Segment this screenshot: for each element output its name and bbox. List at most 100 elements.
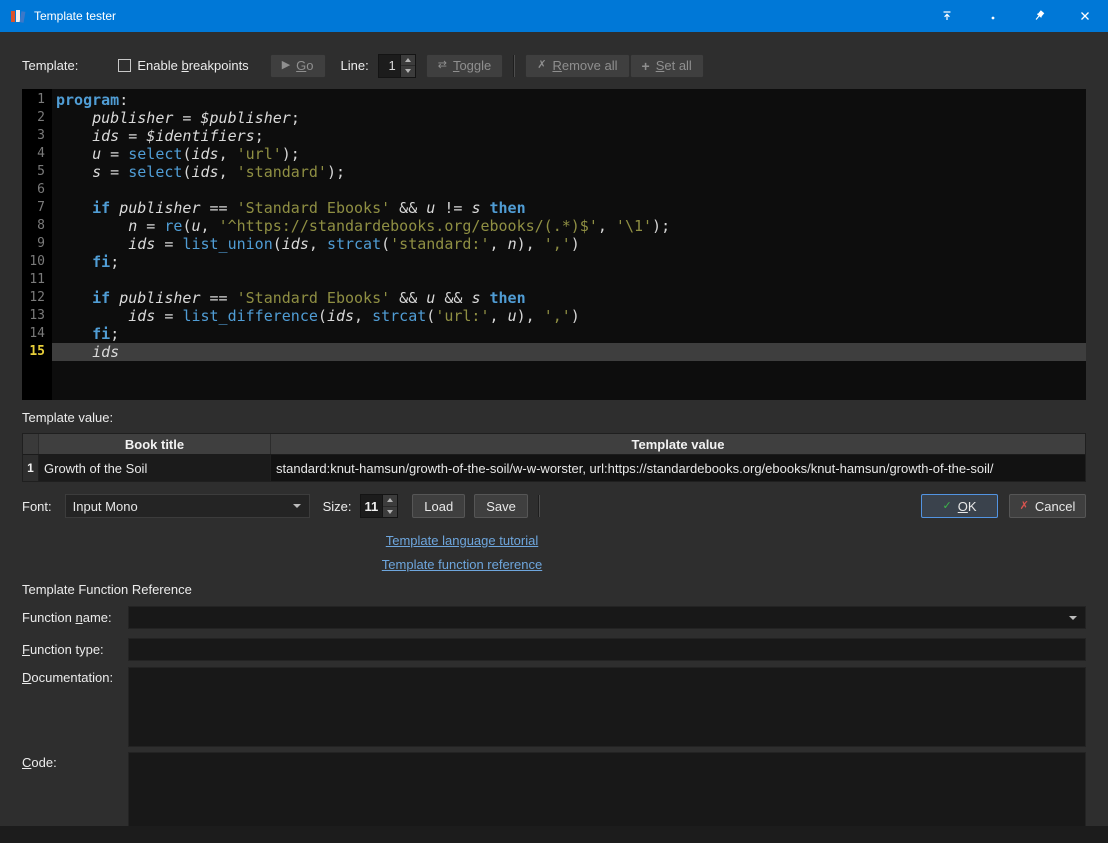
app-icon[interactable] <box>10 8 26 24</box>
enable-breakpoints-checkbox[interactable]: Enable breakpoints <box>118 58 248 73</box>
code-line: fi; <box>52 325 1086 343</box>
column-header-book-title[interactable]: Book title <box>39 434 271 454</box>
toggle-button[interactable]: ⇄ Toggle <box>426 54 504 78</box>
go-label: Go <box>296 58 313 73</box>
function-type-field[interactable] <box>128 638 1086 661</box>
size-spin-buttons <box>382 495 397 517</box>
code-label: Code: <box>22 752 128 770</box>
editor-line-12[interactable]: 12 if publisher == 'Standard Ebooks' && … <box>22 289 1086 307</box>
editor-line-6[interactable]: 6 <box>22 181 1086 199</box>
code-line: fi; <box>52 253 1086 271</box>
line-number: 3 <box>22 127 52 145</box>
spin-down-button[interactable] <box>383 506 397 518</box>
cancel-label: Cancel <box>1035 499 1075 514</box>
code-line: ids = list_union(ids, strcat('standard:'… <box>52 235 1086 253</box>
template-value-cell[interactable]: standard:knut-hamsun/growth-of-the-soil/… <box>271 455 1085 481</box>
line-number: 9 <box>22 235 52 253</box>
remove-all-button[interactable]: ✗ Remove all <box>525 54 629 78</box>
toolbar-separator <box>513 55 515 77</box>
editor-line-10[interactable]: 10 fi; <box>22 253 1086 271</box>
line-number: 10 <box>22 253 52 271</box>
line-number: 14 <box>22 325 52 343</box>
editor-line-9[interactable]: 9 ids = list_union(ids, strcat('standard… <box>22 235 1086 253</box>
play-icon: ▶ <box>282 60 290 71</box>
arrow-up-icon <box>405 58 411 62</box>
code-textarea[interactable] <box>128 752 1086 828</box>
set-all-button[interactable]: + Set all <box>630 54 704 78</box>
set-all-label: Set all <box>656 58 692 73</box>
table-row[interactable]: 1 Growth of the Soil standard:knut-hamsu… <box>23 455 1085 481</box>
remove-all-label: Remove all <box>552 58 617 73</box>
dot-icon[interactable] <box>970 0 1016 32</box>
column-header-template-value[interactable]: Template value <box>271 434 1085 454</box>
line-number: 2 <box>22 109 52 127</box>
template-value-label: Template value: <box>22 410 1086 425</box>
code-line: program: <box>52 91 1086 109</box>
load-button[interactable]: Load <box>412 494 465 518</box>
code-line: n = re(u, '^https://standardebooks.org/e… <box>52 217 1086 235</box>
editor-line-8[interactable]: 8 n = re(u, '^https://standardebooks.org… <box>22 217 1086 235</box>
code-line: ids <box>52 343 1086 361</box>
line-number: 5 <box>22 163 52 181</box>
ok-button[interactable]: ✓ OK <box>921 494 998 518</box>
documentation-row: Documentation: <box>22 667 1086 747</box>
swap-icon: ⇄ <box>438 60 447 71</box>
spin-up-button[interactable] <box>401 55 415 66</box>
table-corner[interactable] <box>23 434 39 454</box>
code-editor[interactable]: 1program:2 publisher = $publisher;3 ids … <box>22 89 1086 400</box>
editor-line-7[interactable]: 7 if publisher == 'Standard Ebooks' && u… <box>22 199 1086 217</box>
help-links: Template language tutorial Template func… <box>0 533 1108 572</box>
line-spinbox[interactable]: 1 <box>378 54 416 78</box>
font-label: Font: <box>22 499 52 514</box>
row-number[interactable]: 1 <box>23 455 39 481</box>
editor-line-4[interactable]: 4 u = select(ids, 'url'); <box>22 145 1086 163</box>
line-number: 4 <box>22 145 52 163</box>
check-icon: ✓ <box>942 501 951 512</box>
template-language-tutorial-link[interactable]: Template language tutorial <box>0 533 924 548</box>
editor-line-3[interactable]: 3 ids = $identifiers; <box>22 127 1086 145</box>
spin-up-button[interactable] <box>383 495 397 506</box>
documentation-textarea[interactable] <box>128 667 1086 747</box>
line-value: 1 <box>379 55 400 77</box>
line-number: 13 <box>22 307 52 325</box>
editor-line-2[interactable]: 2 publisher = $publisher; <box>22 109 1086 127</box>
cancel-button[interactable]: ✗ Cancel <box>1009 494 1086 518</box>
spin-down-button[interactable] <box>401 65 415 77</box>
code-line: if publisher == 'Standard Ebooks' && u &… <box>52 289 1086 307</box>
code-line: s = select(ids, 'standard'); <box>52 163 1086 181</box>
load-label: Load <box>424 499 453 514</box>
go-button[interactable]: ▶ Go <box>270 54 326 78</box>
book-title-cell[interactable]: Growth of the Soil <box>39 455 271 481</box>
template-label: Template: <box>22 58 78 73</box>
editor-line-5[interactable]: 5 s = select(ids, 'standard'); <box>22 163 1086 181</box>
bottom-strip <box>0 826 1108 843</box>
editor-line-13[interactable]: 13 ids = list_difference(ids, strcat('ur… <box>22 307 1086 325</box>
editor-line-1[interactable]: 1program: <box>22 91 1086 109</box>
code-line <box>52 271 1086 289</box>
plus-icon: + <box>642 59 650 73</box>
editor-line-15[interactable]: 15 ids <box>22 343 1086 361</box>
template-function-reference-link[interactable]: Template function reference <box>0 557 924 572</box>
checkbox-box[interactable] <box>118 59 131 72</box>
save-button[interactable]: Save <box>474 494 528 518</box>
pin-icon[interactable] <box>1016 0 1062 32</box>
line-number: 15 <box>22 343 52 361</box>
function-name-combobox[interactable] <box>128 606 1086 629</box>
arrow-down-icon <box>405 69 411 73</box>
editor-line-11[interactable]: 11 <box>22 271 1086 289</box>
code-line: ids = $identifiers; <box>52 127 1086 145</box>
close-icon[interactable] <box>1062 0 1108 32</box>
table-header-row: Book title Template value <box>23 434 1085 455</box>
editor-line-14[interactable]: 14 fi; <box>22 325 1086 343</box>
function-type-row: Function type: <box>22 638 1086 661</box>
font-combobox-value: Input Mono <box>66 499 293 514</box>
ok-label: OK <box>958 499 977 514</box>
line-number: 6 <box>22 181 52 199</box>
roll-up-icon[interactable] <box>924 0 970 32</box>
size-spinbox[interactable]: 11 <box>360 494 399 518</box>
titlebar: Template tester <box>0 0 1108 32</box>
template-tester-window: Template tester <box>0 0 1108 843</box>
function-reference-heading: Template Function Reference <box>22 582 1086 597</box>
font-combobox[interactable]: Input Mono <box>65 494 310 518</box>
function-name-row: Function name: <box>22 606 1086 629</box>
